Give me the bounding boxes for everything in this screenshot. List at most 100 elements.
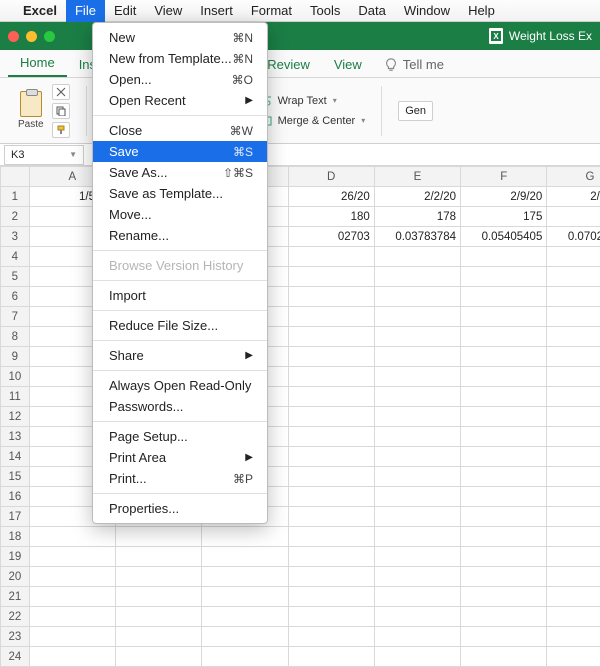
cell-G1[interactable]: 2/16/20: [547, 187, 600, 207]
cell-G8[interactable]: [547, 327, 600, 347]
wrap-text-button[interactable]: Wrap Text ▾: [258, 94, 366, 108]
cell-D15[interactable]: [288, 467, 374, 487]
row-header-14[interactable]: 14: [1, 447, 30, 467]
copy-button[interactable]: [52, 103, 70, 119]
menu-item-save[interactable]: Save⌘S: [93, 141, 267, 162]
cell-G19[interactable]: [547, 547, 600, 567]
row-header-18[interactable]: 18: [1, 527, 30, 547]
col-header-F[interactable]: F: [461, 167, 547, 187]
cell-A20[interactable]: [29, 567, 115, 587]
cell-G4[interactable]: [547, 247, 600, 267]
cell-D19[interactable]: [288, 547, 374, 567]
cell-D4[interactable]: [288, 247, 374, 267]
cell-G13[interactable]: [547, 427, 600, 447]
menu-edit[interactable]: Edit: [105, 0, 145, 22]
row-header-16[interactable]: 16: [1, 487, 30, 507]
cell-F22[interactable]: [461, 607, 547, 627]
menu-item-properties[interactable]: Properties...: [93, 498, 267, 519]
select-all-corner[interactable]: [1, 167, 30, 187]
menu-help[interactable]: Help: [459, 0, 504, 22]
row-header-5[interactable]: 5: [1, 267, 30, 287]
cell-G24[interactable]: [547, 647, 600, 667]
cell-G7[interactable]: [547, 307, 600, 327]
cell-G12[interactable]: [547, 407, 600, 427]
cell-D18[interactable]: [288, 527, 374, 547]
cell-E20[interactable]: [374, 567, 460, 587]
cell-F15[interactable]: [461, 467, 547, 487]
cell-G20[interactable]: [547, 567, 600, 587]
close-window-button[interactable]: [8, 31, 19, 42]
cell-E12[interactable]: [374, 407, 460, 427]
cell-E3[interactable]: 0.03783784: [374, 227, 460, 247]
cell-E10[interactable]: [374, 367, 460, 387]
cell-F20[interactable]: [461, 567, 547, 587]
cell-D8[interactable]: [288, 327, 374, 347]
menu-view[interactable]: View: [145, 0, 191, 22]
cell-E1[interactable]: 2/2/20: [374, 187, 460, 207]
cell-F3[interactable]: 0.05405405: [461, 227, 547, 247]
row-header-19[interactable]: 19: [1, 547, 30, 567]
cell-G5[interactable]: [547, 267, 600, 287]
cell-B18[interactable]: [116, 527, 202, 547]
cell-E21[interactable]: [374, 587, 460, 607]
cell-A19[interactable]: [29, 547, 115, 567]
cell-F1[interactable]: 2/9/20: [461, 187, 547, 207]
cell-D10[interactable]: [288, 367, 374, 387]
row-header-15[interactable]: 15: [1, 467, 30, 487]
cell-F4[interactable]: [461, 247, 547, 267]
cell-C23[interactable]: [202, 627, 288, 647]
cell-G18[interactable]: [547, 527, 600, 547]
tell-me-search[interactable]: Tell me: [374, 57, 454, 77]
menu-app-name[interactable]: Excel: [14, 0, 66, 22]
cell-G22[interactable]: [547, 607, 600, 627]
cell-A22[interactable]: [29, 607, 115, 627]
cell-A21[interactable]: [29, 587, 115, 607]
cell-G11[interactable]: [547, 387, 600, 407]
cell-F16[interactable]: [461, 487, 547, 507]
row-header-4[interactable]: 4: [1, 247, 30, 267]
menu-item-open-recent[interactable]: Open Recent▶: [93, 90, 267, 111]
menu-item-page-setup[interactable]: Page Setup...: [93, 426, 267, 447]
cell-G21[interactable]: [547, 587, 600, 607]
row-header-13[interactable]: 13: [1, 427, 30, 447]
format-painter-button[interactable]: [52, 122, 70, 138]
cell-E7[interactable]: [374, 307, 460, 327]
cell-D1[interactable]: 26/20: [288, 187, 374, 207]
number-format-select[interactable]: Gen: [398, 101, 433, 121]
cell-B20[interactable]: [116, 567, 202, 587]
cell-F23[interactable]: [461, 627, 547, 647]
cell-D12[interactable]: [288, 407, 374, 427]
cell-D9[interactable]: [288, 347, 374, 367]
menu-item-new[interactable]: New⌘N: [93, 27, 267, 48]
minimize-window-button[interactable]: [26, 31, 37, 42]
cell-A18[interactable]: [29, 527, 115, 547]
cell-F6[interactable]: [461, 287, 547, 307]
cell-F5[interactable]: [461, 267, 547, 287]
col-header-G[interactable]: G: [547, 167, 600, 187]
cell-B22[interactable]: [116, 607, 202, 627]
cell-G15[interactable]: [547, 467, 600, 487]
row-header-23[interactable]: 23: [1, 627, 30, 647]
cell-D3[interactable]: 02703: [288, 227, 374, 247]
menu-item-always-open-read-only[interactable]: Always Open Read-Only: [93, 375, 267, 396]
cell-F9[interactable]: [461, 347, 547, 367]
menu-item-save-as-template[interactable]: Save as Template...: [93, 183, 267, 204]
row-header-11[interactable]: 11: [1, 387, 30, 407]
cell-G6[interactable]: [547, 287, 600, 307]
tab-view[interactable]: View: [322, 51, 374, 77]
cell-D7[interactable]: [288, 307, 374, 327]
cell-D6[interactable]: [288, 287, 374, 307]
cell-E4[interactable]: [374, 247, 460, 267]
cell-D16[interactable]: [288, 487, 374, 507]
cell-E6[interactable]: [374, 287, 460, 307]
menu-tools[interactable]: Tools: [301, 0, 349, 22]
cell-C24[interactable]: [202, 647, 288, 667]
cell-E11[interactable]: [374, 387, 460, 407]
spreadsheet-grid[interactable]: ABCDEFGH11/5/2026/202/2/202/9/202/16/202…: [0, 166, 600, 667]
cut-button[interactable]: [52, 84, 70, 100]
row-header-8[interactable]: 8: [1, 327, 30, 347]
cell-D5[interactable]: [288, 267, 374, 287]
cell-G23[interactable]: [547, 627, 600, 647]
paste-button[interactable]: Paste: [14, 89, 48, 132]
menu-item-new-from-template[interactable]: New from Template...⌘N: [93, 48, 267, 69]
